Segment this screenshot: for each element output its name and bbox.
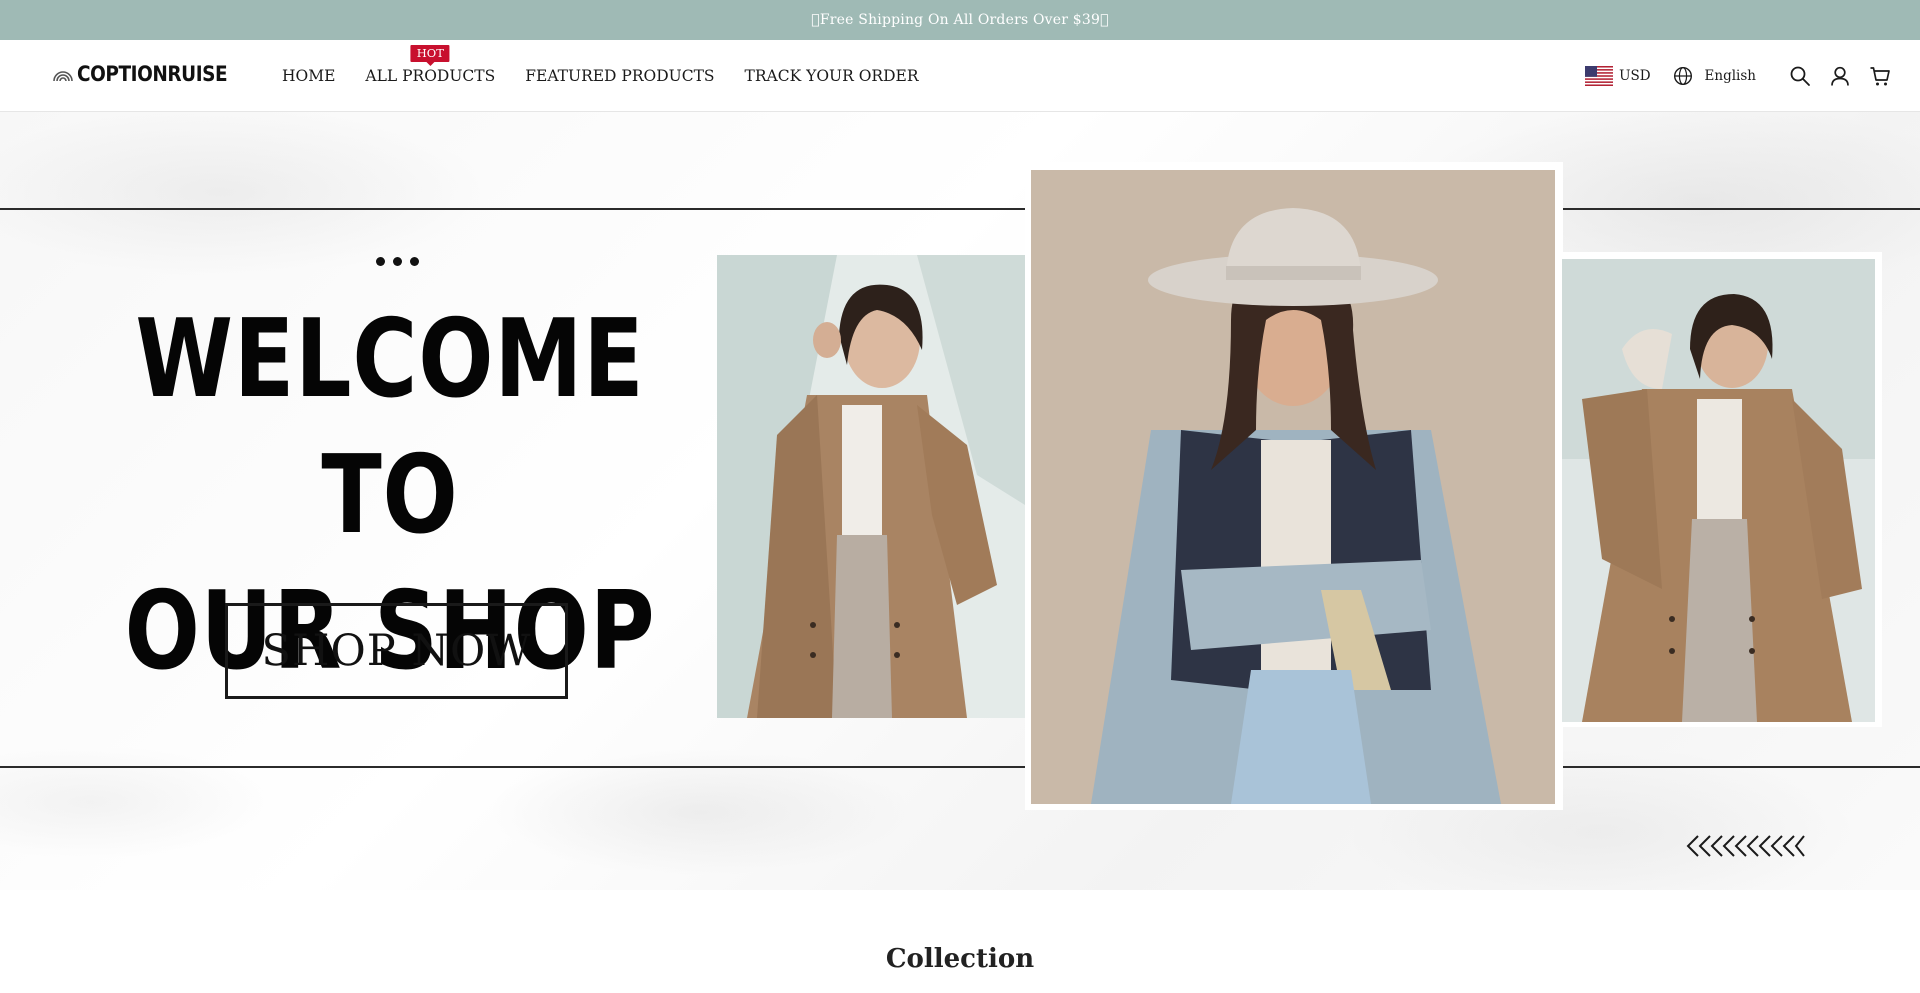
hero-banner: WELCOME TO OUR SHOP SHOP NOW — [0, 112, 1920, 890]
brand-logo[interactable]: COPTIONRUISE — [52, 62, 248, 86]
site-header: COPTIONRUISE HOME HOT ALL PRODUCTS FEATU… — [0, 40, 1920, 112]
nav-item-label: ALL PRODUCTS — [365, 67, 496, 85]
dots-ornament — [376, 257, 427, 266]
language-label: English — [1704, 68, 1756, 84]
nav-item-all-products[interactable]: HOT ALL PRODUCTS — [365, 45, 496, 85]
account-button[interactable] — [1828, 64, 1852, 88]
model-photo-left — [717, 255, 1025, 718]
language-selector[interactable]: English — [1673, 66, 1756, 86]
nav-item-home[interactable]: HOME — [282, 67, 335, 85]
globe-icon — [1673, 66, 1692, 86]
decorative-line — [1562, 766, 1920, 768]
nav-item-label: TRACK YOUR ORDER — [744, 67, 919, 85]
announcement-text: Free Shipping On All Orders Over $39 — [811, 12, 1108, 28]
model-photo-right — [1562, 259, 1875, 722]
us-flag-icon — [1585, 66, 1614, 86]
hero-title-line1: WELCOME TO — [135, 297, 645, 558]
model-photo-center — [1031, 170, 1555, 804]
logo-mark-icon — [53, 71, 73, 82]
header-tools: USD English — [1585, 40, 1892, 112]
nav-item-label: FEATURED PRODUCTS — [525, 67, 715, 85]
brand-name: COPTIONRUISE — [77, 62, 228, 86]
nav-item-label: HOME — [282, 67, 336, 85]
decorative-line — [0, 766, 1026, 768]
currency-selector[interactable]: USD — [1585, 66, 1651, 86]
main-nav: HOME HOT ALL PRODUCTS FEATURED PRODUCTS … — [282, 40, 949, 112]
section-title: Collection — [885, 944, 1035, 974]
nav-item-featured-products[interactable]: FEATURED PRODUCTS — [525, 67, 714, 85]
announcement-bar: Free Shipping On All Orders Over $39 — [0, 0, 1920, 40]
chevrons-decoration-icon — [1686, 835, 1805, 857]
nav-item-track-your-order[interactable]: TRACK YOUR ORDER — [745, 67, 919, 85]
cart-icon — [1870, 67, 1890, 86]
decorative-line — [1562, 208, 1920, 210]
decorative-line — [0, 208, 1026, 210]
search-icon — [1790, 66, 1810, 86]
currency-label: USD — [1619, 68, 1651, 84]
hot-badge: HOT — [410, 45, 450, 62]
shop-now-button[interactable]: SHOP NOW — [225, 603, 568, 699]
search-button[interactable] — [1788, 64, 1812, 88]
user-icon — [1831, 66, 1849, 86]
cart-button[interactable] — [1868, 64, 1892, 88]
